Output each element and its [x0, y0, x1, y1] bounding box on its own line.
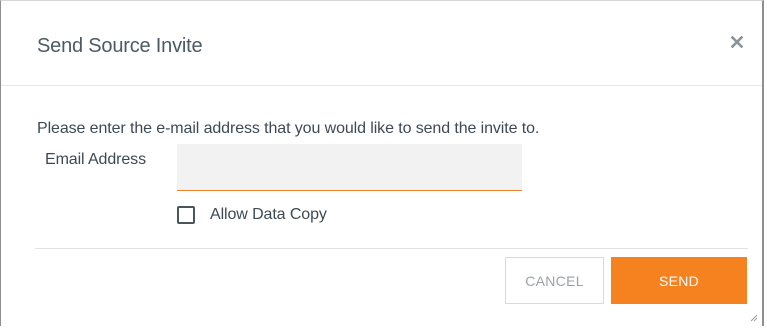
- email-address-label: Email Address: [45, 151, 146, 168]
- resize-handle-icon[interactable]: [748, 312, 758, 322]
- send-source-invite-dialog: Send Source Invite Please enter the e-ma…: [0, 0, 764, 326]
- dialog-title: Send Source Invite: [37, 35, 203, 57]
- allow-data-copy-label: Allow Data Copy: [210, 206, 327, 223]
- cancel-button[interactable]: CANCEL: [505, 257, 604, 304]
- send-button[interactable]: SEND: [611, 257, 747, 304]
- invite-prompt-text: Please enter the e-mail address that you…: [37, 120, 540, 137]
- allow-data-copy-checkbox[interactable]: [177, 206, 195, 224]
- allow-data-copy-option[interactable]: Allow Data Copy: [177, 202, 327, 228]
- close-icon[interactable]: [726, 31, 748, 53]
- email-address-input[interactable]: [177, 144, 522, 191]
- dialog-header: Send Source Invite: [1, 1, 762, 86]
- footer-divider: [35, 248, 748, 249]
